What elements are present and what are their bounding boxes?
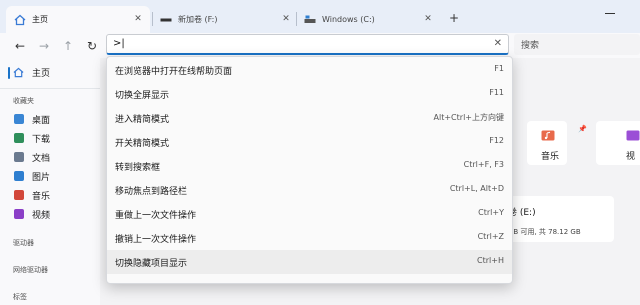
tab-strip: 主页 ✕ 新加卷 (F:) ✕ Windows (C:) ✕ +: [0, 0, 640, 33]
command-shortcut: F12: [489, 136, 504, 145]
command-label: 切换全屏显示: [115, 91, 170, 101]
forward-button[interactable]: →: [36, 38, 52, 54]
command-shortcut: Ctrl+Z: [477, 232, 504, 241]
command-shortcut: F1: [494, 64, 504, 73]
sidebar-section-favorites: 收藏夹: [13, 97, 34, 105]
home-icon: [13, 67, 24, 78]
command-item[interactable]: 切换全屏显示 F11: [107, 82, 512, 106]
tab-label: 新加卷 (F:): [178, 15, 218, 24]
pictures-icon: [14, 171, 24, 181]
command-shortcut: Ctrl+L, Alt+D: [449, 184, 504, 193]
command-item[interactable]: 进入精简模式 Alt+Ctrl+上方向键: [107, 106, 512, 130]
back-button[interactable]: ←: [12, 38, 28, 54]
sidebar-item-videos[interactable]: 视频: [14, 207, 50, 221]
sidebar-item-label: 音乐: [32, 191, 51, 202]
tab-label: Windows (C:): [322, 15, 375, 24]
selection-indicator: [8, 66, 10, 79]
tab-close-icon[interactable]: ✕: [132, 13, 144, 25]
clear-icon[interactable]: ✕: [494, 38, 502, 49]
pin-icon: 📌: [578, 125, 587, 133]
command-label: 移动焦点到路径栏: [115, 187, 188, 197]
sidebar-section-drives: 驱动器: [13, 239, 34, 247]
video-folder-icon: [626, 130, 640, 141]
video-icon: [14, 209, 24, 219]
command-shortcut: Ctrl+H: [477, 256, 504, 265]
quick-access-label: 视: [626, 152, 636, 162]
tab-label: 主页: [32, 15, 48, 24]
command-label: 撤销上一次文件操作: [115, 235, 197, 245]
command-shortcut: Ctrl+Y: [478, 208, 504, 217]
music-icon: [14, 190, 24, 200]
music-folder-icon: [541, 130, 555, 141]
new-tab-button[interactable]: +: [446, 10, 462, 26]
command-item[interactable]: 开关精简模式 F12: [107, 130, 512, 154]
sidebar-item-label: 文档: [32, 153, 51, 164]
home-icon: [14, 14, 26, 26]
command-label: 转到搜索框: [115, 163, 161, 173]
refresh-button[interactable]: ↻: [84, 38, 100, 54]
command-palette-dropdown: 在浏览器中打开在线帮助页面 F1 切换全屏显示 F11 进入精简模式 Alt+C…: [106, 56, 513, 284]
sidebar-item-label: 图片: [32, 172, 51, 183]
download-icon: [14, 133, 24, 143]
sidebar-item-music[interactable]: 音乐: [14, 188, 50, 202]
command-item-highlighted[interactable]: 切换隐藏项目显示 Ctrl+H: [107, 250, 512, 274]
command-shortcut: Ctrl+F, F3: [463, 160, 504, 169]
sidebar-item-label: 视频: [32, 210, 51, 221]
command-item[interactable]: 撤销上一次文件操作 Ctrl+Z: [107, 226, 512, 250]
sidebar-section-network: 网络驱动器: [13, 266, 48, 274]
sidebar-section-tags: 标签: [13, 293, 27, 301]
command-item[interactable]: 移动焦点到路径栏 Ctrl+L, Alt+D: [107, 178, 512, 202]
document-icon: [14, 152, 24, 162]
desktop-icon: [14, 114, 24, 124]
sidebar-item-home[interactable]: 主页: [8, 66, 50, 79]
sidebar-item-desktop[interactable]: 桌面: [14, 112, 50, 126]
up-button[interactable]: ↑: [60, 38, 76, 54]
command-item[interactable]: 重做上一次文件操作 Ctrl+Y: [107, 202, 512, 226]
tab-drive-f[interactable]: 新加卷 (F:) ✕: [152, 6, 298, 33]
command-item[interactable]: 在浏览器中打开在线帮助页面 F1: [107, 58, 512, 82]
address-input-text[interactable]: >|: [113, 38, 125, 49]
command-item[interactable]: 转到搜索框 Ctrl+F, F3: [107, 154, 512, 178]
tab-close-icon[interactable]: ✕: [422, 13, 434, 25]
tab-drive-c[interactable]: Windows (C:) ✕: [296, 6, 440, 33]
command-label: 在浏览器中打开在线帮助页面: [115, 67, 233, 77]
sidebar-item-pictures[interactable]: 图片: [14, 169, 50, 183]
drive-icon: [160, 16, 172, 24]
drive-space-info: GB 可用, 共 78.12 GB: [508, 228, 581, 236]
command-shortcut: Alt+Ctrl+上方向键: [433, 113, 504, 122]
sidebar-divider: [0, 88, 100, 89]
sidebar-item-label: 桌面: [32, 115, 51, 126]
windows-drive-icon: [304, 15, 316, 25]
command-shortcut: F11: [489, 88, 504, 97]
minimize-button[interactable]: [600, 6, 620, 20]
command-label: 切换隐藏项目显示: [115, 259, 188, 269]
search-placeholder: 搜索: [521, 41, 540, 51]
sidebar-item-downloads[interactable]: 下载: [14, 131, 50, 145]
tab-home[interactable]: 主页 ✕: [6, 6, 150, 33]
search-box[interactable]: 搜索: [514, 34, 640, 55]
tab-close-icon[interactable]: ✕: [280, 13, 292, 25]
sidebar-item-label: 主页: [32, 69, 51, 79]
sidebar-item-label: 下载: [32, 134, 51, 145]
files-app-window: 主页 ✕ 新加卷 (F:) ✕ Windows (C:) ✕ + ← → ↑ ↻…: [0, 0, 640, 305]
quick-access-label: 音乐: [541, 152, 560, 162]
command-label: 开关精简模式: [115, 139, 170, 149]
command-label: 进入精简模式: [115, 115, 170, 125]
sidebar-item-documents[interactable]: 文档: [14, 150, 50, 164]
command-label: 重做上一次文件操作: [115, 211, 197, 221]
address-bar[interactable]: >| ✕: [106, 34, 509, 55]
